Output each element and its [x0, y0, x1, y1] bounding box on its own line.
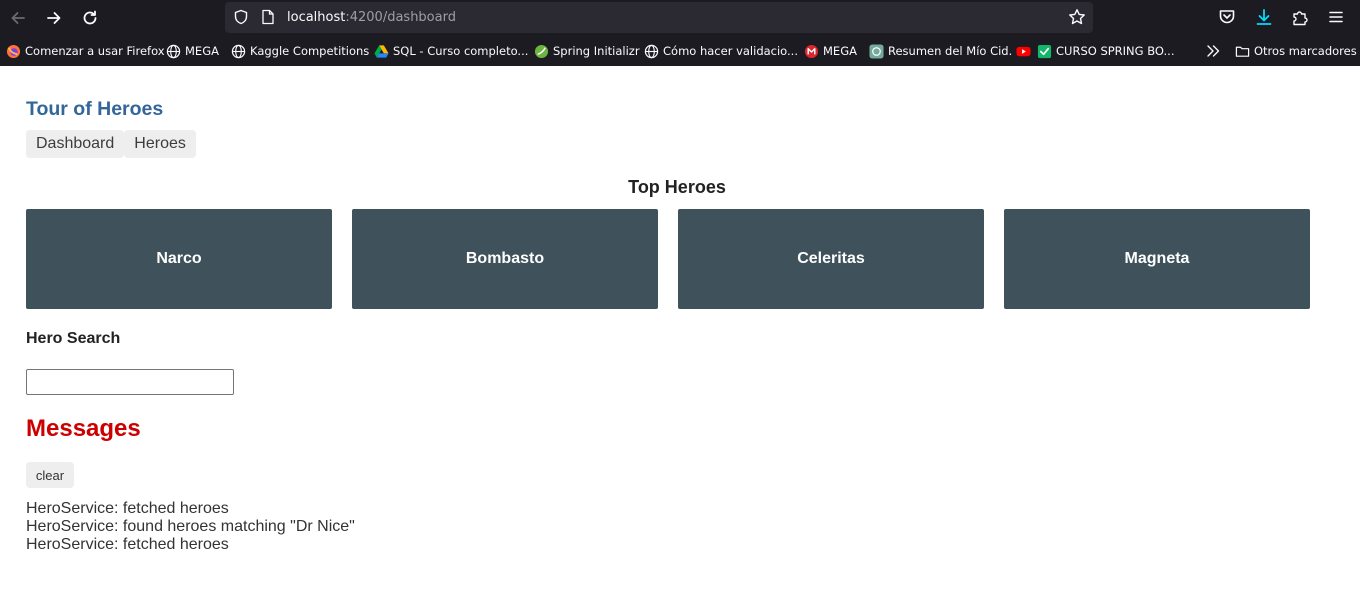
page-content: Tour of Heroes Dashboard Heroes Top Hero… [0, 66, 1360, 601]
firefox-icon [6, 44, 21, 58]
url-path: :4200/dashboard [345, 10, 456, 25]
chatgpt-icon [869, 43, 884, 59]
hero-grid: Narco Bombasto Celeritas Magneta [26, 209, 1310, 309]
nav-heroes-link[interactable]: Heroes [124, 130, 196, 158]
bookmark-label: MEGA [823, 44, 857, 58]
downloads-button[interactable] [1254, 7, 1274, 27]
message-item: HeroService: fetched heroes [26, 500, 229, 517]
reload-button[interactable] [78, 6, 102, 30]
hero-card[interactable]: Celeritas [678, 209, 984, 309]
bookmark-kaggle[interactable]: Kaggle Competitions [231, 42, 369, 60]
hero-card[interactable]: Narco [26, 209, 332, 309]
hamburger-icon [1329, 11, 1343, 23]
bookmark-sql[interactable]: SQL - Curso completo... [374, 42, 528, 60]
hero-search-input[interactable] [26, 369, 234, 395]
bookmark-label: Resumen del Mío Cid. [888, 44, 1013, 58]
spring-icon [534, 44, 549, 58]
bookmark-label: CURSO SPRING BO... [1056, 44, 1175, 58]
bookmark-label: SQL - Curso completo... [393, 44, 529, 58]
chevron-double-right-icon [1207, 45, 1220, 57]
app-nav: Dashboard Heroes [26, 130, 196, 158]
folder-icon [1235, 46, 1250, 57]
extensions-button[interactable] [1290, 7, 1310, 27]
pocket-icon [1219, 10, 1235, 24]
clear-messages-button[interactable]: clear [26, 462, 74, 488]
hero-name: Narco [156, 250, 202, 267]
bookmark-label: Cómo hacer validacio... [663, 44, 798, 58]
back-button[interactable] [6, 6, 30, 30]
hero-search-label: Hero Search [26, 330, 121, 347]
globe-icon [166, 44, 181, 58]
nav-dashboard-link[interactable]: Dashboard [26, 130, 125, 158]
messages-heading: Messages [26, 415, 141, 442]
top-heroes-heading: Top Heroes [628, 177, 726, 197]
bookmark-label: MEGA [185, 44, 219, 58]
other-bookmarks-folder[interactable]: Otros marcadores [1235, 42, 1357, 60]
download-icon [1256, 9, 1272, 25]
bookmark-mio-cid[interactable]: Resumen del Mío Cid. [869, 42, 1012, 60]
url-text[interactable]: localhost:4200/dashboard [287, 10, 456, 25]
hero-name: Celeritas [797, 250, 865, 267]
mega-icon [804, 44, 819, 58]
arrow-left-icon [11, 12, 25, 24]
hero-name: Magneta [1124, 250, 1190, 267]
browser-toolbar: localhost:4200/dashboard [0, 0, 1360, 36]
google-drive-icon [374, 44, 389, 58]
app-title: Tour of Heroes [26, 98, 164, 120]
bookmark-label: Comenzar a usar Firefox [25, 44, 165, 58]
hero-name: Bombasto [465, 250, 545, 267]
bookmarks-bar: Comenzar a usar Firefox MEGA Kaggle Comp… [0, 38, 1360, 64]
shield-icon[interactable] [233, 9, 249, 25]
bookmark-validacion[interactable]: Cómo hacer validacio... [644, 42, 798, 60]
page-icon[interactable] [261, 9, 275, 25]
forward-button[interactable] [42, 6, 66, 30]
reload-icon [83, 10, 97, 25]
browser-chrome: localhost:4200/dashboard Comenzar a usar… [0, 0, 1360, 66]
message-item: HeroService: fetched heroes [26, 536, 229, 553]
address-bar[interactable]: localhost:4200/dashboard [225, 2, 1093, 33]
youtube-icon [1016, 46, 1031, 56]
other-bookmarks-label: Otros marcadores [1254, 44, 1357, 58]
bookmark-spring[interactable]: Spring Initializr [534, 42, 640, 60]
menu-button[interactable] [1326, 7, 1346, 27]
globe-icon [644, 44, 659, 58]
star-icon[interactable] [1068, 8, 1086, 26]
bookmark-firefox[interactable]: Comenzar a usar Firefox [6, 42, 165, 60]
messages-list: HeroService: fetched heroes HeroService:… [26, 500, 355, 554]
arrow-right-icon [47, 12, 61, 24]
url-host: localhost [287, 10, 346, 25]
bookmark-label: Kaggle Competitions [250, 44, 370, 58]
hero-card[interactable]: Bombasto [352, 209, 658, 309]
bookmarks-overflow-button[interactable] [1205, 42, 1221, 60]
bookmark-mega-2[interactable]: MEGA [804, 42, 857, 60]
bookmark-curso-spring[interactable]: CURSO SPRING BO... [1016, 42, 1174, 60]
globe-icon [231, 44, 246, 58]
message-item: HeroService: found heroes matching "Dr N… [26, 518, 355, 535]
pocket-button[interactable] [1217, 7, 1237, 27]
puzzle-icon [1293, 11, 1308, 26]
bookmark-mega[interactable]: MEGA [166, 42, 219, 60]
hero-card[interactable]: Magneta [1004, 209, 1310, 309]
checkbox-icon [1037, 44, 1052, 58]
bookmark-label: Spring Initializr [553, 44, 640, 58]
